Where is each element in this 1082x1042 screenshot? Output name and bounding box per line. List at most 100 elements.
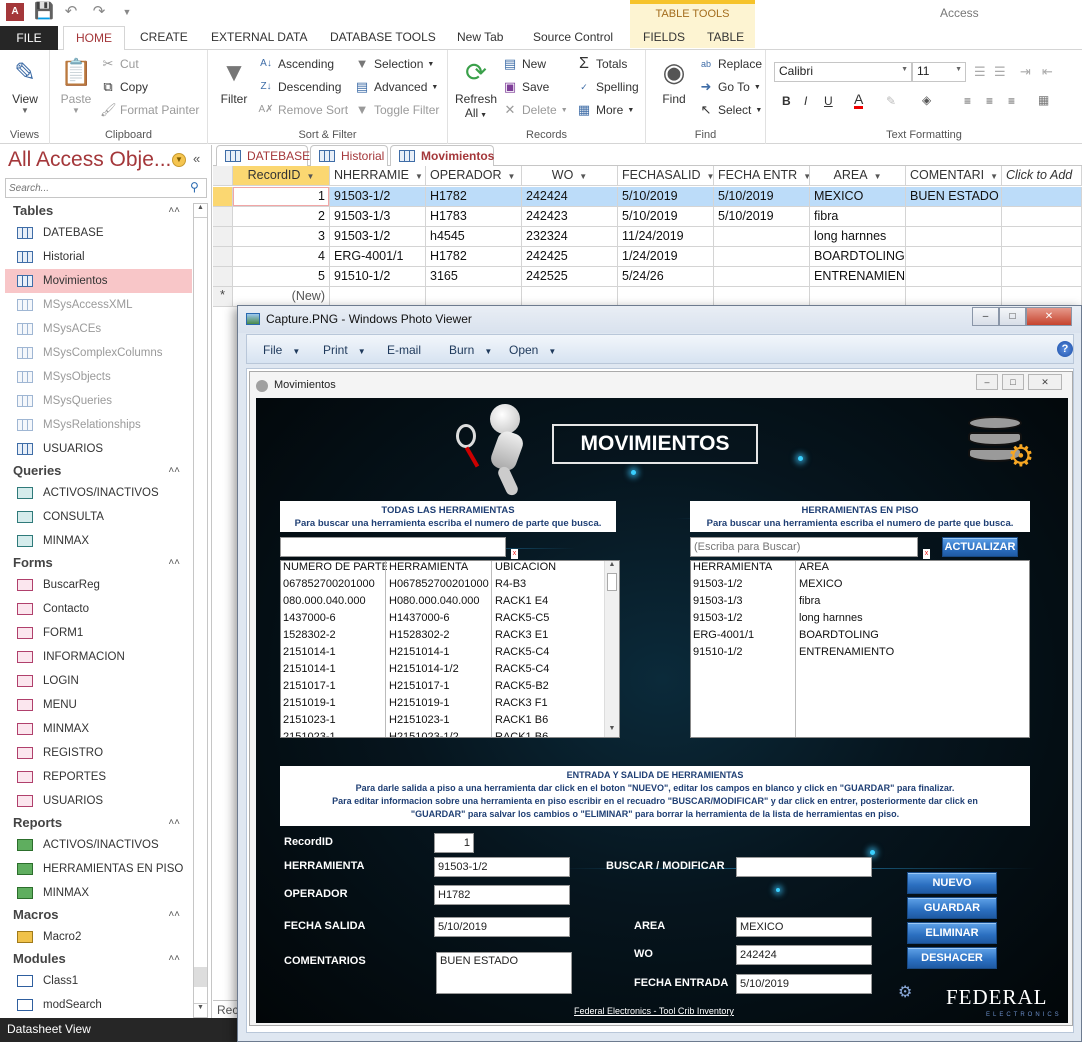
- table-cell[interactable]: fibra: [810, 207, 906, 227]
- tab-home[interactable]: HOME: [63, 26, 125, 51]
- find-button[interactable]: ◉ Find: [654, 56, 694, 106]
- table-cell[interactable]: 5/10/2019: [714, 207, 810, 227]
- menu-email[interactable]: E-mail: [387, 343, 421, 357]
- table-cell[interactable]: [426, 287, 522, 307]
- align-center-icon[interactable]: ≡: [986, 94, 993, 108]
- highlight-icon[interactable]: ✎: [886, 94, 896, 108]
- descending-button[interactable]: Z↓ Descending: [258, 79, 341, 95]
- nav-item[interactable]: MINMAX: [5, 881, 192, 905]
- column-dropdown-icon[interactable]: ▼: [707, 172, 714, 181]
- table-cell[interactable]: BOARDTOLING: [810, 247, 906, 267]
- collapse-section-icon[interactable]: ˄˄: [168, 905, 180, 925]
- doc-tab-datebase[interactable]: DATEBASE: [216, 145, 310, 166]
- new-record-row[interactable]: * (New): [213, 287, 1082, 307]
- table-cell[interactable]: 232324: [522, 227, 618, 247]
- column-dropdown-icon[interactable]: ▼: [306, 172, 314, 181]
- column-header[interactable]: Click to Add: [1002, 166, 1082, 186]
- underline-button[interactable]: U: [824, 94, 833, 108]
- numbering-icon[interactable]: ☰: [994, 64, 1006, 80]
- table-row[interactable]: 2 91503-1/3 H1783 242423 5/10/2019 5/10/2019 f…: [213, 207, 1082, 227]
- column-header[interactable]: FECHASALID ▼: [618, 166, 714, 186]
- nav-item[interactable]: ACTIVOS/INACTIVOS: [5, 833, 192, 857]
- table-cell[interactable]: 91503-1/3: [330, 207, 426, 227]
- row-selector[interactable]: [213, 187, 233, 207]
- floor-tools-search-input[interactable]: [690, 537, 918, 557]
- actualizar-button[interactable]: ACTUALIZAR: [942, 537, 1018, 557]
- table-cell[interactable]: 4: [233, 247, 330, 267]
- menu-print[interactable]: Print ▼: [323, 343, 366, 357]
- tab-file[interactable]: FILE: [0, 26, 58, 50]
- nav-item[interactable]: MSysAccessXML: [5, 293, 192, 317]
- toggle-filter-button[interactable]: ▼ Toggle Filter: [354, 102, 440, 118]
- buscar-modificar-field[interactable]: [736, 857, 872, 877]
- table-cell[interactable]: [1002, 287, 1082, 307]
- select-button[interactable]: ↖ Select ▼: [698, 102, 763, 118]
- menu-burn[interactable]: Burn ▼: [449, 343, 492, 357]
- column-header[interactable]: NHERRAMIE ▼: [330, 166, 426, 186]
- format-painter-button[interactable]: 🖌 Format Painter: [100, 102, 199, 118]
- footer-link[interactable]: Federal Electronics - Tool Crib Inventor…: [574, 1006, 734, 1016]
- table-cell[interactable]: 3165: [426, 267, 522, 287]
- refresh-all-button[interactable]: ⟳ Refresh All ▼: [454, 56, 498, 120]
- nav-section-header[interactable]: Modules ˄˄: [5, 949, 192, 969]
- table-cell[interactable]: [714, 267, 810, 287]
- nav-item[interactable]: ACTIVOS/INACTIVOS: [5, 481, 192, 505]
- more-button[interactable]: ▦ More ▼: [576, 102, 634, 118]
- table-cell[interactable]: [1002, 187, 1082, 207]
- table-cell[interactable]: [1002, 267, 1082, 287]
- form-close-button[interactable]: ✕: [1028, 374, 1062, 390]
- close-button[interactable]: ✕: [1026, 307, 1072, 326]
- nav-item[interactable]: MENU: [5, 693, 192, 717]
- save-record-button[interactable]: ▣ Save: [502, 79, 550, 95]
- table-cell[interactable]: [714, 227, 810, 247]
- form-minimize-button[interactable]: –: [976, 374, 998, 390]
- table-cell[interactable]: 11/24/2019: [618, 227, 714, 247]
- nav-item[interactable]: INFORMACION: [5, 645, 192, 669]
- ascending-button[interactable]: A↓ Ascending: [258, 56, 334, 72]
- table-cell[interactable]: [714, 287, 810, 307]
- row-selector[interactable]: [213, 247, 233, 267]
- table-cell[interactable]: ENTRENAMIEN: [810, 267, 906, 287]
- table-cell[interactable]: h4545: [426, 227, 522, 247]
- nav-item[interactable]: MSysComplexColumns: [5, 341, 192, 365]
- totals-button[interactable]: Σ Totals: [576, 56, 627, 72]
- table-row[interactable]: 1 91503-1/2 H1782 242424 5/10/2019 5/10/2019 M…: [213, 187, 1082, 207]
- table-cell[interactable]: [906, 247, 1002, 267]
- table-cell[interactable]: [330, 287, 426, 307]
- area-field[interactable]: [736, 917, 872, 937]
- all-tools-search-input[interactable]: [280, 537, 506, 557]
- table-cell[interactable]: [1002, 247, 1082, 267]
- fecha-entrada-field[interactable]: [736, 974, 872, 994]
- nav-item[interactable]: MINMAX: [5, 529, 192, 553]
- nav-search-input[interactable]: [5, 178, 207, 198]
- table-cell[interactable]: 242525: [522, 267, 618, 287]
- herramienta-field[interactable]: [434, 857, 570, 877]
- comentarios-field[interactable]: BUEN ESTADO: [436, 952, 572, 994]
- table-cell[interactable]: 5/24/26: [618, 267, 714, 287]
- photo-viewer-titlebar[interactable]: Capture.PNG - Windows Photo Viewer – □ ✕: [238, 306, 1081, 333]
- new-row-selector[interactable]: *: [213, 287, 233, 307]
- bullets-icon[interactable]: ☰: [974, 64, 986, 80]
- bold-button[interactable]: B: [782, 94, 791, 108]
- nav-section-header[interactable]: Tables ˄˄: [5, 201, 192, 221]
- align-right-icon[interactable]: ≡: [1008, 94, 1015, 108]
- table-cell[interactable]: [1002, 227, 1082, 247]
- selection-button[interactable]: ▼ Selection ▼: [354, 56, 435, 72]
- view-button[interactable]: ✎ View ▼: [6, 56, 44, 115]
- all-tools-list[interactable]: NUMERO DE PARTE HERRAMIENTA UBICACION 06785…: [280, 560, 620, 738]
- column-dropdown-icon[interactable]: ▼: [990, 172, 998, 181]
- select-all-corner[interactable]: [213, 166, 233, 186]
- column-dropdown-icon[interactable]: ▼: [874, 172, 882, 181]
- table-cell[interactable]: [906, 227, 1002, 247]
- nav-item[interactable]: USUARIOS: [5, 437, 192, 461]
- column-header[interactable]: OPERADOR ▼: [426, 166, 522, 186]
- nav-item[interactable]: MSysRelationships: [5, 413, 192, 437]
- new-record-button[interactable]: ▤ New: [502, 56, 546, 72]
- table-cell[interactable]: 5: [233, 267, 330, 287]
- align-left-icon[interactable]: ≡: [964, 94, 971, 108]
- remove-sort-button[interactable]: A✗ Remove Sort: [258, 102, 348, 118]
- collapse-section-icon[interactable]: ˄˄: [168, 949, 180, 969]
- goto-button[interactable]: ➜ Go To ▼: [698, 79, 761, 95]
- table-cell[interactable]: [906, 287, 1002, 307]
- table-cell[interactable]: MEXICO: [810, 187, 906, 207]
